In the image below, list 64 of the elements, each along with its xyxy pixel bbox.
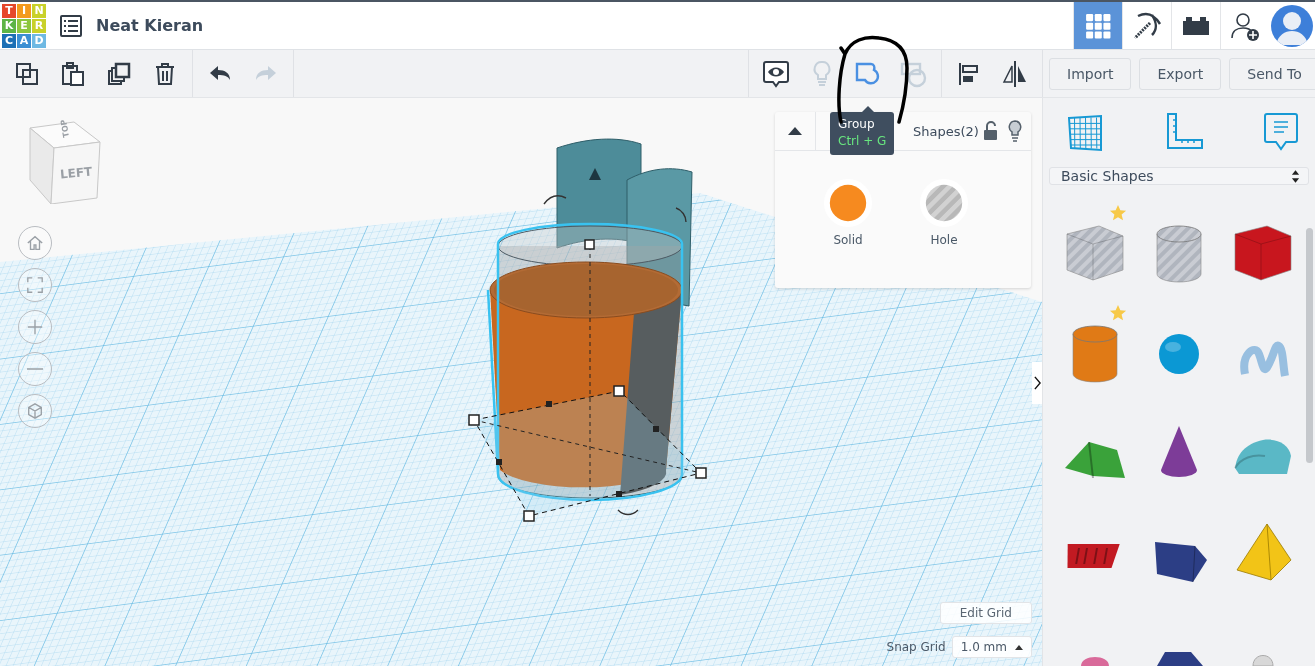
keyboard-shortcut: Ctrl + G (838, 133, 887, 150)
ruler-icon (1164, 112, 1204, 152)
edit-grid-button[interactable]: Edit Grid (939, 602, 1032, 624)
logo-letter: C (2, 33, 16, 48)
paste-icon (61, 61, 85, 86)
cube-icon (26, 402, 44, 420)
sort-arrows-icon (1291, 168, 1300, 184)
logo-letter: A (17, 33, 31, 48)
ruler-tool[interactable] (1164, 112, 1204, 152)
ortho-button[interactable] (18, 394, 52, 428)
notes-tool[interactable] (1263, 112, 1299, 152)
zoom-in-icon (26, 318, 44, 336)
copy-icon (15, 61, 39, 86)
workplane-tool[interactable] (1065, 112, 1105, 152)
tooltip-title: Group (838, 116, 876, 133)
caret-up-icon (788, 127, 802, 135)
note-icon (1263, 112, 1299, 152)
chevron-right-icon (1033, 376, 1041, 390)
eye-icon (763, 59, 789, 88)
swatch-circle (924, 183, 964, 223)
design-title[interactable]: Neat Kieran (96, 16, 1073, 35)
home-icon (26, 234, 44, 252)
send-to-button[interactable]: Send To (1229, 57, 1315, 90)
logo-letter: N (32, 3, 46, 18)
add-user-icon (1230, 10, 1260, 41)
panel-toggle[interactable] (1032, 362, 1042, 404)
logo-letter: K (2, 18, 16, 33)
shape-category-dropdown[interactable]: Basic Shapes (1049, 167, 1309, 185)
scrollbar[interactable] (1306, 228, 1313, 463)
logo[interactable]: T I N K E R C A D (2, 3, 46, 48)
pickaxe-icon (1132, 10, 1162, 41)
logo-letter: E (17, 18, 31, 33)
light-bulb-icon (812, 59, 832, 88)
list-lines (64, 19, 78, 32)
logo-letter: T (2, 3, 16, 18)
fit-view-icon (26, 276, 44, 294)
logo-letter: I (17, 3, 31, 18)
caret-up-icon (1015, 644, 1023, 650)
grid-view-icon (1085, 12, 1111, 39)
align-icon (957, 61, 981, 86)
snap-grid-dropdown[interactable]: 1.0 mm (951, 636, 1032, 658)
export-button[interactable]: Export (1139, 57, 1222, 90)
option-label: Solid (833, 233, 863, 247)
unlocked-icon (983, 121, 999, 141)
cube-face-label: LEFT (59, 164, 93, 182)
option-label: Hole (930, 233, 958, 247)
trash-icon (153, 61, 177, 86)
avatar[interactable] (1271, 4, 1313, 47)
import-button[interactable]: Import (1049, 57, 1132, 90)
duplicate-icon (107, 61, 131, 86)
solid-swatch[interactable] (824, 179, 872, 227)
logo-letter: D (32, 33, 46, 48)
inspector-title: Shapes(2) (913, 123, 979, 139)
swatch-circle (828, 183, 868, 223)
logo-letter: R (32, 18, 46, 33)
workplane-icon (1065, 112, 1105, 152)
brick-icon (1181, 14, 1211, 37)
snap-grid-label: Snap Grid (886, 640, 946, 654)
cube-top-label: TOP (59, 118, 72, 139)
hole-swatch[interactable] (920, 179, 968, 227)
home-button[interactable] (18, 226, 52, 260)
mirror-icon (1001, 59, 1029, 88)
light-bulb-icon (1007, 120, 1023, 142)
menu-icon[interactable] (60, 14, 82, 37)
